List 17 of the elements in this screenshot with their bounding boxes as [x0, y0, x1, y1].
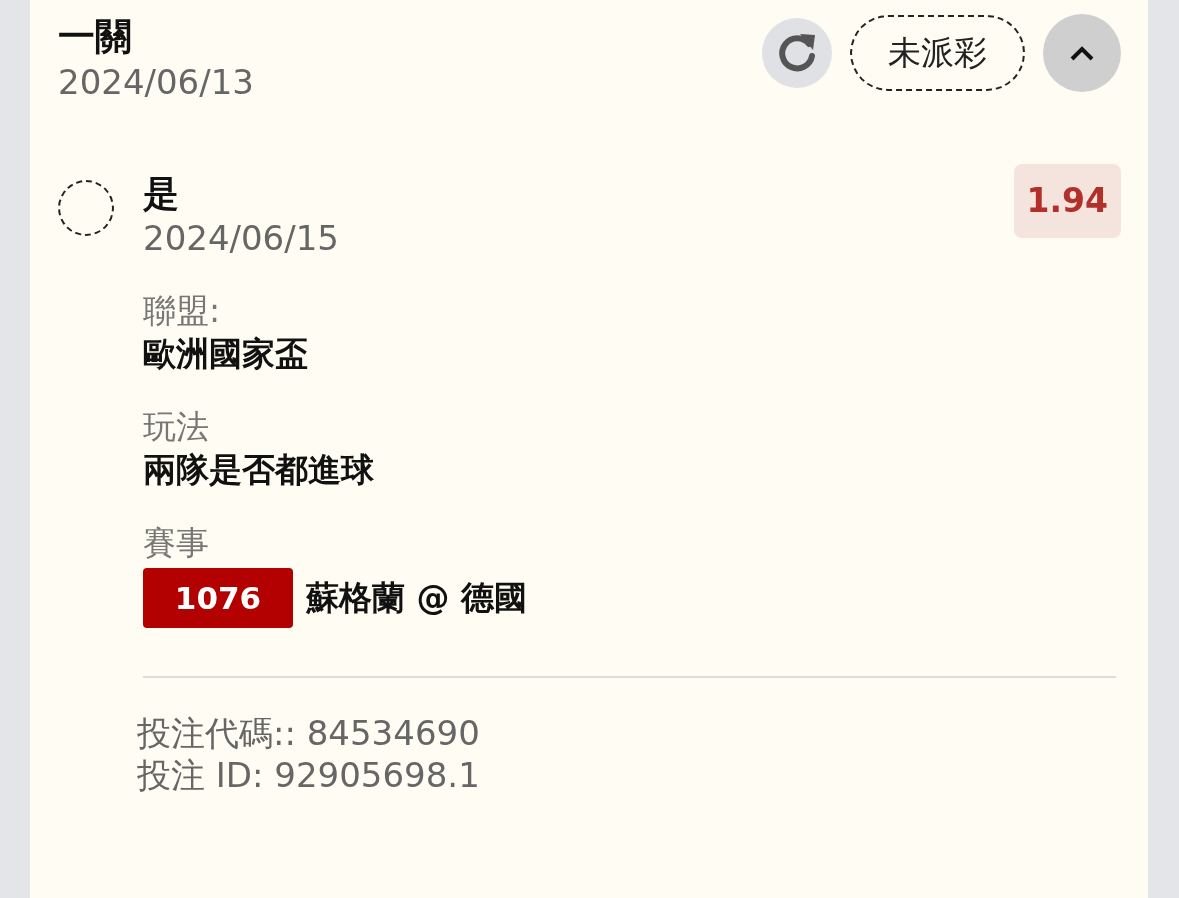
odds-badge: 1.94: [1013, 164, 1121, 238]
caret-icon: [1069, 44, 1095, 62]
event-label: 賽事: [143, 522, 210, 564]
radio-button[interactable]: [58, 180, 114, 236]
status-badge[interactable]: 未派彩: [850, 15, 1025, 91]
detail-label: 聯盟:: [143, 290, 222, 332]
footer-text: 投注代碼:: 84534690: [137, 712, 481, 754]
selection-name: 是: [143, 172, 180, 216]
footer-text: 投注 ID: 92905698.1: [137, 754, 481, 796]
match-name: 蘇格蘭 @ 德國: [306, 577, 527, 619]
selection-date: 2024/06/15: [143, 217, 339, 260]
event-number-badge: 1076: [143, 568, 293, 628]
detail-value: 兩隊是否都進球: [143, 449, 375, 491]
detail-label: 玩法: [143, 406, 210, 448]
bet-title: 一關: [58, 14, 133, 60]
bet-date: 2024/06/13: [58, 61, 254, 104]
detail-value: 歐洲國家盃: [143, 333, 309, 375]
